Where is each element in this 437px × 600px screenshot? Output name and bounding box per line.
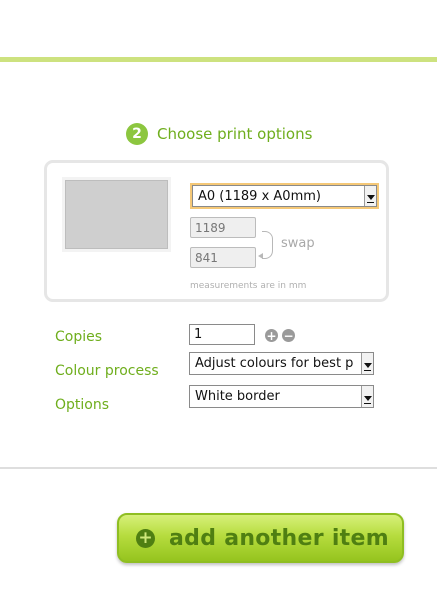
swap-arrow-icon (258, 253, 263, 259)
paper-size-value: A0 (1189 x A0mm) (198, 188, 321, 204)
increase-copies-button[interactable]: + (265, 329, 278, 342)
decrease-copies-button[interactable]: − (282, 329, 295, 342)
swap-bracket-icon[interactable] (262, 231, 273, 259)
add-item-label: add another item (169, 525, 389, 551)
dropdown-arrow-icon (364, 186, 376, 206)
copies-label: Copies (55, 329, 103, 345)
dropdown-arrow-icon (361, 353, 373, 374)
height-field[interactable]: 841 (190, 247, 256, 268)
step-title: Choose print options (157, 125, 313, 143)
copies-input[interactable]: 1 (189, 324, 255, 345)
options-label: Options (55, 397, 110, 413)
top-divider-bar (0, 57, 437, 62)
measurement-note: measurements are in mm (190, 281, 307, 291)
colour-process-select[interactable]: Adjust colours for best p (189, 352, 374, 375)
step-header: 2 Choose print options (126, 122, 312, 146)
print-options-panel: A0 (1189 x A0mm) 1189 841 swap measureme… (44, 160, 389, 302)
dropdown-arrow-icon (361, 386, 373, 407)
swap-link[interactable]: swap (281, 236, 315, 251)
width-field[interactable]: 1189 (190, 217, 256, 238)
colour-process-label: Colour process (55, 363, 159, 379)
bottom-divider (0, 467, 437, 469)
step-number-badge: 2 (126, 123, 148, 145)
options-select[interactable]: White border (189, 385, 374, 408)
plus-circle-icon: + (136, 528, 155, 548)
paper-size-select[interactable]: A0 (1189 x A0mm) (192, 185, 377, 207)
colour-process-value: Adjust colours for best p (195, 356, 354, 371)
print-preview-thumbnail (65, 180, 168, 249)
options-value: White border (195, 389, 280, 404)
add-another-item-button[interactable]: + add another item (117, 513, 404, 563)
